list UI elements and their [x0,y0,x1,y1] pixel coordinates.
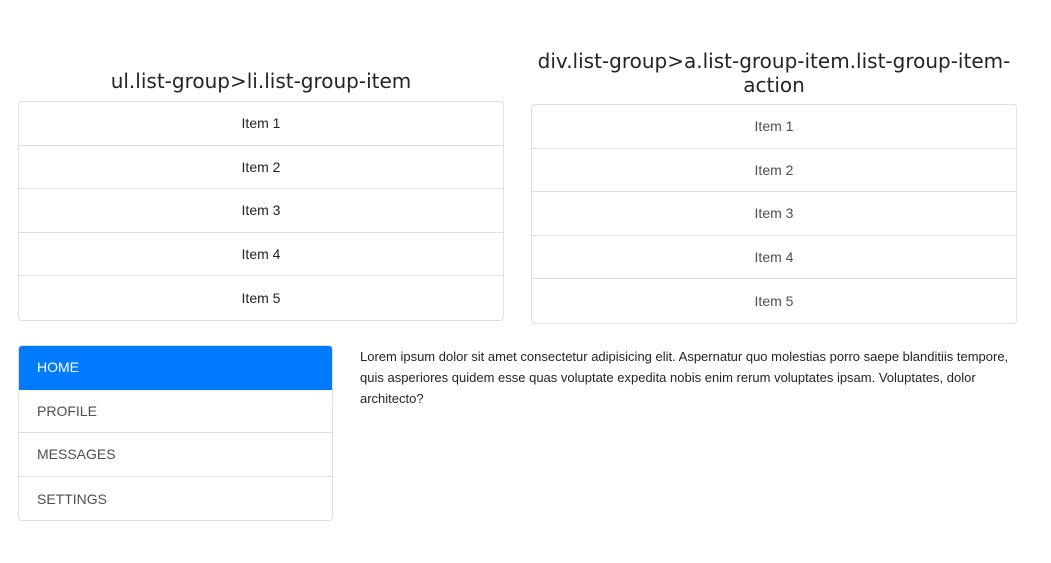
action-list-item[interactable]: Item 1 [532,105,1016,149]
action-list-item[interactable]: Item 3 [532,192,1016,236]
action-list-section: div.list-group>a.list-group-item.list-gr… [531,49,1017,324]
list-item: Item 4 [19,233,503,277]
static-list-group: Item 1 Item 2 Item 3 Item 4 Item 5 [18,101,504,321]
nav-item-settings[interactable]: SETTINGS [19,477,332,521]
list-item: Item 2 [19,146,503,190]
action-list-heading: div.list-group>a.list-group-item.list-gr… [531,49,1017,97]
nav-item-home[interactable]: HOME [19,346,332,390]
static-list-section: ul.list-group>li.list-group-item Item 1 … [18,69,504,321]
nav-item-profile[interactable]: PROFILE [19,390,332,434]
action-list-item[interactable]: Item 5 [532,279,1016,323]
list-item: Item 1 [19,102,503,146]
list-item: Item 3 [19,189,503,233]
action-list-heading-line2: action [743,73,805,97]
action-list-group: Item 1 Item 2 Item 3 Item 4 Item 5 [531,104,1017,324]
action-list-heading-line1: div.list-group>a.list-group-item.list-gr… [537,49,1011,73]
static-list-heading: ul.list-group>li.list-group-item [110,69,412,93]
nav-item-messages[interactable]: MESSAGES [19,433,332,477]
action-list-item[interactable]: Item 2 [532,149,1016,193]
action-list-item[interactable]: Item 4 [532,236,1016,280]
list-item: Item 5 [241,290,281,307]
vertical-nav: HOME PROFILE MESSAGES SETTINGS [18,345,333,522]
tab-content-paragraph: Lorem ipsum dolor sit amet consectetur a… [360,349,1009,406]
